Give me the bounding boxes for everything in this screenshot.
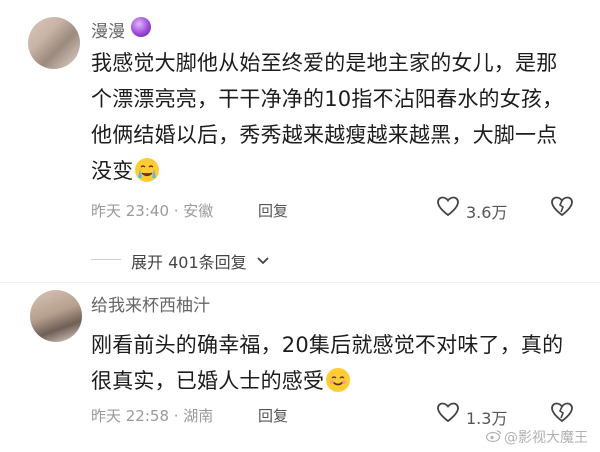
member-badge-icon <box>131 17 151 37</box>
like-count: 1.3万 <box>466 409 508 428</box>
expand-replies-button[interactable]: 展开 401条回复 <box>131 249 270 273</box>
broken-heart-icon[interactable] <box>550 195 574 219</box>
comment-meta: 昨天 23:40 · 安徽 <box>91 202 214 220</box>
comment-text-line: 我感觉大脚他从始至终爱的是地主家的女儿，是那 <box>91 51 558 75</box>
avatar[interactable] <box>30 290 82 342</box>
comment-text-line: 没变 <box>91 153 563 189</box>
crying-emoji-icon <box>135 158 160 182</box>
weibo-logo-icon <box>485 428 502 443</box>
expand-divider <box>91 259 121 260</box>
like-heart-icon[interactable] <box>436 195 460 219</box>
watermark-text: @影视大魔王 <box>504 430 588 446</box>
reply-button[interactable]: 回复 <box>258 405 288 426</box>
broken-heart-icon[interactable] <box>550 401 574 425</box>
comment-text-fragment: 没变 <box>91 159 134 183</box>
like-count: 3.6万 <box>466 203 508 222</box>
comment-text-fragment: 很真实，已婚人士的感受 <box>91 369 325 393</box>
comment-text: 刚看前头的确幸福，20集后就感觉不对味了，真的 很真实，已婚人士的感受 <box>91 327 563 399</box>
comment-text-line: 很真实，已婚人士的感受 <box>91 363 563 399</box>
chevron-down-icon <box>257 257 269 265</box>
username[interactable]: 给我来杯西柚汁 <box>91 291 210 316</box>
avatar[interactable] <box>28 17 80 69</box>
reply-button[interactable]: 回复 <box>258 200 288 221</box>
comment-text-line: 他俩结婚以后，秀秀越来越瘦越来越黑，大脚一点 <box>91 123 558 147</box>
row-separator <box>0 282 600 283</box>
comment-text-line: 刚看前头的确幸福，20集后就感觉不对味了，真的 <box>91 333 564 357</box>
comment-meta: 昨天 22:58 · 湖南 <box>91 407 214 425</box>
like-heart-icon[interactable] <box>436 401 460 425</box>
smiling-emoji-icon <box>326 368 351 392</box>
expand-replies-label: 展开 401条回复 <box>131 253 247 272</box>
comment-text: 我感觉大脚他从始至终爱的是地主家的女儿，是那 个漂漂亮亮，干干净净的10指不沾阳… <box>91 45 563 189</box>
username[interactable]: 漫漫 <box>91 17 125 42</box>
comment-text-line: 个漂漂亮亮，干干净净的10指不沾阳春水的女孩， <box>91 87 564 111</box>
